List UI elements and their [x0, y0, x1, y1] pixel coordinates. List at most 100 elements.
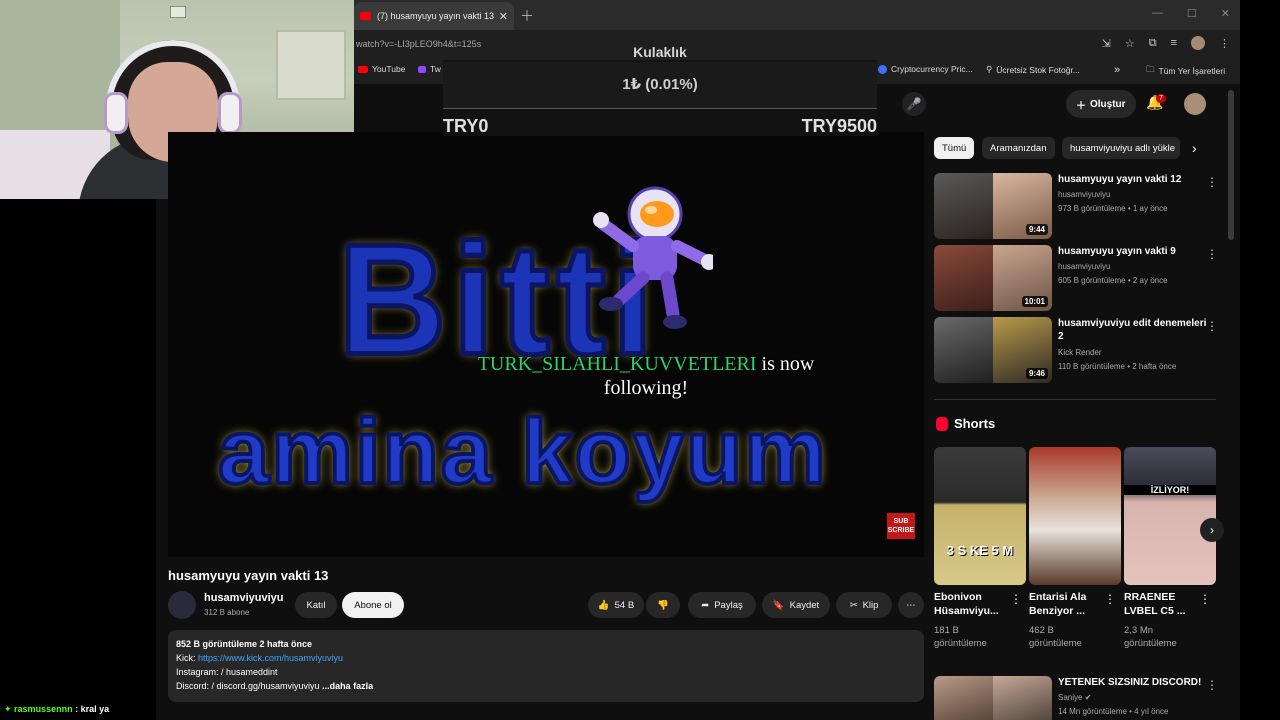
subscribe-watermark[interactable]: SUB SCRIBE — [887, 513, 915, 539]
profile-icon[interactable] — [1191, 36, 1205, 50]
thumbs-down-icon: 👎 — [657, 599, 669, 611]
recommendation-item[interactable]: 10:01 husamyuyu yayın vakti 9 husamviyuv… — [934, 245, 1224, 313]
kick-link[interactable]: https://www.kick.com/husamviyuviyu — [198, 653, 343, 663]
thumbs-up-icon: 👍 — [597, 599, 610, 611]
maximize-icon[interactable]: ☐ — [1187, 7, 1197, 20]
rec-meta: 605 B görüntüleme • 2 ay önce — [1058, 276, 1168, 285]
kebab-menu-icon[interactable]: ⋮ — [1206, 319, 1218, 333]
rec-meta: 14 Mn görüntüleme • 4 yıl önce — [1058, 707, 1169, 716]
short-title[interactable]: Entarisi Ala Benziyor ... — [1029, 590, 1109, 618]
headphone-cup-left — [104, 92, 128, 134]
avatar[interactable] — [1184, 93, 1206, 115]
short-thumbnail[interactable]: İZLİYOR! — [1124, 447, 1216, 585]
chat-user: ✦ rasmussennn — [4, 704, 73, 714]
media-icon[interactable]: ≡ — [1171, 37, 1177, 49]
kebab-menu-icon[interactable]: ⋮ — [1104, 592, 1116, 606]
rec-title: husamviyuviyu edit denemeleri 2 — [1058, 318, 1207, 342]
star-icon[interactable]: ☆ — [1125, 37, 1135, 50]
recommendation-item[interactable]: 9:44 husamyuyu yayın vakti 12 husamviyuv… — [934, 173, 1224, 241]
tab-strip: (7) husamyuyu yayın vakti 13 - ✕ ＋ — ☐ ✕ — [354, 0, 1240, 30]
youtube-icon — [358, 65, 368, 73]
new-tab-icon[interactable]: ＋ — [520, 6, 534, 26]
shorts-icon — [936, 416, 948, 431]
chevron-right-icon[interactable]: › — [1192, 140, 1197, 156]
description-box[interactable]: 852 B görüntüleme 2 hafta önce Kick: htt… — [168, 630, 924, 702]
goal-amount: 1₺ (0.01%) — [443, 62, 877, 108]
kebab-menu-icon[interactable]: ⋮ — [1010, 592, 1022, 606]
chip-from-search[interactable]: Aramanızdan — [982, 137, 1055, 159]
dislike-button[interactable]: 👎 — [646, 592, 680, 618]
desc-kick-label: Kick: — [176, 653, 199, 663]
bookmark-crypto[interactable]: Cryptocurrency Pric... — [878, 64, 973, 74]
more-actions-icon[interactable]: ⋯ — [898, 592, 924, 618]
install-icon[interactable]: ⇲ — [1102, 37, 1111, 50]
scrollbar[interactable] — [1228, 90, 1234, 240]
menu-kebab-icon[interactable]: ⋮ — [1219, 37, 1230, 50]
notification-badge: 7 — [1156, 94, 1166, 103]
join-button[interactable]: Katıl — [295, 592, 337, 618]
bookmark-all[interactable]: 🗀 Tüm Yer İşaretleri — [1146, 64, 1225, 78]
kebab-menu-icon[interactable]: ⋮ — [1206, 678, 1218, 692]
kebab-menu-icon[interactable]: ⋮ — [1199, 592, 1211, 606]
webcam-switch — [170, 6, 186, 18]
recommendation-item[interactable]: YETENEK SIZSINIZ DISCORD! Saniye ✔ 14 Mn… — [934, 676, 1224, 720]
chip-all[interactable]: Tümü — [934, 137, 975, 159]
shorts-label: Shorts — [954, 416, 996, 431]
bookmark-twitch[interactable]: Tw — [418, 64, 441, 74]
create-button[interactable]: ＋ Oluştur — [1066, 90, 1136, 118]
save-button[interactable]: 🔖 Kaydet — [762, 592, 830, 618]
channel-name[interactable]: husamviyuviyu — [204, 592, 283, 604]
window-controls: — ☐ ✕ — [1152, 7, 1230, 20]
mic-icon[interactable]: 🎤 — [902, 92, 926, 116]
video-thumbnail[interactable]: 9:46 — [934, 317, 1052, 383]
duration-badge: 9:44 — [1025, 224, 1048, 235]
video-player[interactable]: Bitti amina koyum TURK_SILAHLI_KUVVETLER… — [168, 132, 924, 557]
close-tab-icon[interactable]: ✕ — [499, 10, 508, 23]
thumb-left — [934, 676, 993, 720]
short-thumbnail[interactable] — [1029, 447, 1121, 585]
share-button[interactable]: ➦ Paylaş — [688, 592, 756, 618]
browser-tab[interactable]: (7) husamyuyu yayın vakti 13 - ✕ — [354, 2, 514, 30]
video-title: husamyuyu yayın vakti 13 — [168, 568, 329, 583]
goal-max: TRY9500 — [801, 116, 877, 136]
like-button[interactable]: 👍 54 B — [588, 592, 644, 618]
window-close-icon[interactable]: ✕ — [1221, 7, 1230, 20]
rec-meta: 973 B görüntüleme • 1 ay önce — [1058, 204, 1168, 213]
bookmark-youtube[interactable]: YouTube — [358, 64, 405, 74]
rec-title: husamyuyu yayın vakti 9 — [1058, 246, 1176, 257]
more-bookmarks-icon[interactable]: » — [1114, 64, 1120, 76]
extensions-icon[interactable]: ⧉ — [1149, 37, 1157, 50]
kebab-menu-icon[interactable]: ⋮ — [1206, 247, 1218, 261]
video-thumbnail[interactable] — [934, 676, 1052, 720]
show-more-link[interactable]: ...daha fazla — [322, 681, 373, 691]
thumb-left — [934, 317, 993, 383]
chip-channel-uploads[interactable]: husamviyuviyu adlı yükle — [1062, 137, 1180, 159]
twitch-icon — [418, 65, 426, 73]
toolbar-icons: ⇲ ☆ ⧉ ≡ ⋮ — [1102, 36, 1230, 50]
goal-min: TRY0 — [443, 116, 489, 136]
video-thumbnail[interactable]: 10:01 — [934, 245, 1052, 311]
subscribe-button[interactable]: Abone ol — [342, 592, 404, 618]
recommendation-item[interactable]: 9:46 husamviyuviyu edit denemeleri 2 Kic… — [934, 317, 1224, 385]
channel-avatar[interactable] — [168, 591, 196, 619]
chat-username: rasmussennn — [14, 704, 73, 714]
video-thumbnail[interactable]: 9:44 — [934, 173, 1052, 239]
goal-title: Kulaklık — [633, 44, 687, 60]
clip-label: Klip — [862, 599, 879, 611]
shorts-next-icon[interactable]: › — [1200, 518, 1224, 542]
goal-progress-bar — [443, 108, 877, 109]
short-overlay-text: İZLİYOR! — [1124, 485, 1216, 495]
follower-name: TURK_SILAHLI_KUVVETLERI — [477, 353, 757, 375]
desc-instagram: Instagram: / husameddint — [176, 667, 278, 677]
kebab-menu-icon[interactable]: ⋮ — [1206, 175, 1218, 189]
youtube-favicon-icon — [360, 12, 371, 20]
desc-kick-line: Kick: https://www.kick.com/husamviyuviyu — [176, 651, 916, 665]
clip-button[interactable]: ✂ Klip — [836, 592, 892, 618]
short-title[interactable]: RRAENEE LVBEL C5 ... — [1124, 590, 1204, 618]
short-thumbnail[interactable]: 3 S KE 5 M — [934, 447, 1026, 585]
bookmark-stock-photo[interactable]: ⚲ Ücretsiz Stok Fotoğr... — [986, 64, 1080, 75]
desc-discord: Discord: / discord.gg/husamviyuviyu — [176, 681, 320, 691]
minimize-icon[interactable]: — — [1152, 7, 1163, 20]
short-title[interactable]: Ebonivon Hüsamviyu... — [934, 590, 1014, 618]
donation-goal-overlay: Kulaklık 1₺ (0.01%) TRY0 TRY9500 — [443, 44, 877, 136]
